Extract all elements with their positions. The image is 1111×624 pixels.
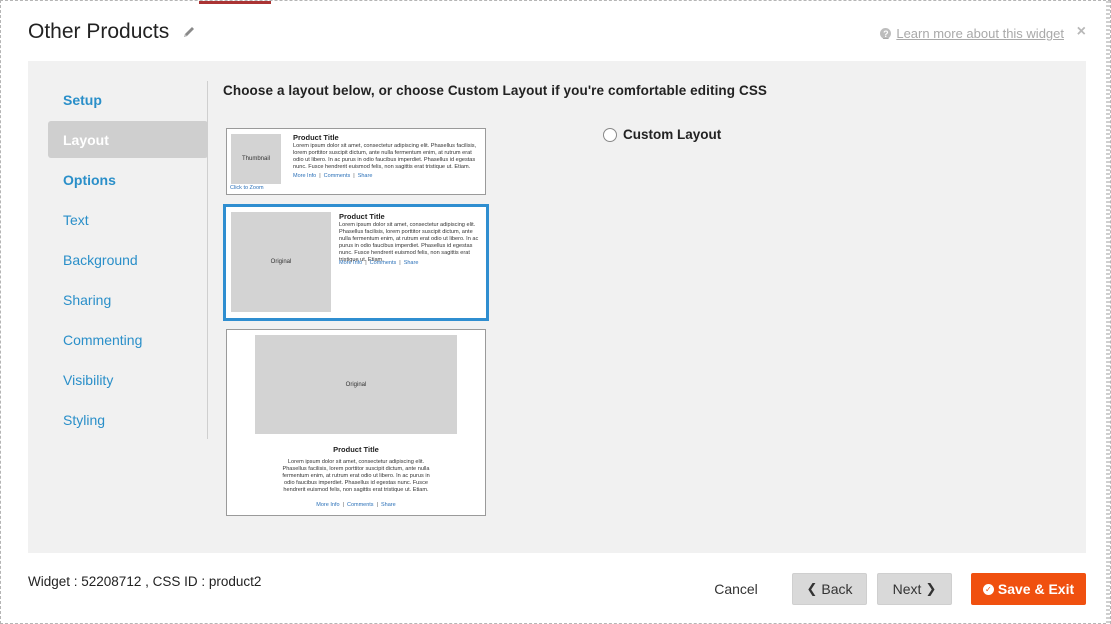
custom-layout-label: Custom Layout xyxy=(623,127,722,142)
radio-icon[interactable] xyxy=(603,127,617,142)
chevron-left-icon: ❮ xyxy=(806,581,818,596)
more-info-link: More Info xyxy=(293,173,317,179)
close-icon[interactable]: × xyxy=(1077,23,1086,41)
click-to-zoom-link: Click to Zoom xyxy=(230,185,264,191)
save-exit-label: Save & Exit xyxy=(997,581,1075,597)
comments-link: Comments xyxy=(346,502,374,508)
page-title: Other Products xyxy=(28,20,170,43)
share-link: Share xyxy=(381,502,396,508)
product-links: More Info | Comments | Share xyxy=(293,173,373,179)
product-links: More Info | Comments | Share xyxy=(316,502,396,508)
custom-layout-option[interactable]: Custom Layout xyxy=(603,127,721,142)
comments-link: Comments xyxy=(323,173,351,179)
back-button[interactable]: ❮ Back xyxy=(792,573,867,605)
sidebar-item-visibility[interactable]: Visibility xyxy=(48,361,208,398)
save-exit-button[interactable]: ✓ Save & Exit xyxy=(971,573,1086,605)
layout-instruction: Choose a layout below, or choose Custom … xyxy=(223,83,768,98)
thumbnail-placeholder: Thumbnail xyxy=(231,134,281,184)
sidebar-item-layout[interactable]: Layout xyxy=(48,121,208,158)
sidebar-item-commenting[interactable]: Commenting xyxy=(48,321,208,358)
product-title: Product Title xyxy=(339,212,385,221)
settings-panel: Setup Layout Options Text Background Sha… xyxy=(28,61,1086,553)
sidebar-nav: Setup Layout Options Text Background Sha… xyxy=(48,81,208,441)
sidebar-divider xyxy=(207,81,208,439)
more-info-link: More Info xyxy=(339,260,363,266)
sidebar-item-setup[interactable]: Setup xyxy=(48,81,208,118)
share-link: Share xyxy=(357,173,373,179)
learn-more-label: Learn more about this widget xyxy=(896,26,1064,41)
comments-link: Comments xyxy=(369,260,397,266)
original-image-placeholder: Original xyxy=(231,212,331,312)
layout-option-original-left[interactable]: Original Product Title Lorem ipsum dolor… xyxy=(223,204,489,321)
product-description: Lorem ipsum dolor sit amet, consectetur … xyxy=(282,459,430,493)
layout-option-original-top[interactable]: Original Product Title Lorem ipsum dolor… xyxy=(226,329,486,516)
product-description: Lorem ipsum dolor sit amet, consectetur … xyxy=(339,222,479,263)
next-label: Next xyxy=(892,581,922,597)
modal-window: Other Products ? Learn more about this w… xyxy=(0,0,1111,624)
learn-more-link[interactable]: ? Learn more about this widget xyxy=(880,26,1064,41)
top-accent-bar xyxy=(199,1,271,4)
original-image-placeholder: Original xyxy=(255,335,457,434)
widget-info: Widget : 52208712 , CSS ID : product2 xyxy=(28,574,262,589)
check-circle-icon: ✓ xyxy=(982,583,994,595)
more-info-link: More Info xyxy=(316,502,340,508)
product-description: Lorem ipsum dolor sit amet, consectetur … xyxy=(293,143,477,170)
product-links: More Info | Comments | Share xyxy=(339,260,419,266)
window-edge xyxy=(1106,1,1110,624)
sidebar-item-options[interactable]: Options xyxy=(48,161,208,198)
share-link: Share xyxy=(403,260,419,266)
sidebar-item-sharing[interactable]: Sharing xyxy=(48,281,208,318)
product-title: Product Title xyxy=(293,133,339,142)
sidebar-item-styling[interactable]: Styling xyxy=(48,401,208,438)
back-label: Back xyxy=(821,581,853,597)
help-icon: ? xyxy=(880,28,892,39)
layout-option-thumbnail[interactable]: Thumbnail Click to Zoom Product Title Lo… xyxy=(226,128,486,195)
next-button[interactable]: Next ❯ xyxy=(877,573,952,605)
product-title: Product Title xyxy=(333,445,379,454)
sidebar-item-text[interactable]: Text xyxy=(48,201,208,238)
cancel-button[interactable]: Cancel xyxy=(701,573,771,605)
chevron-right-icon: ❯ xyxy=(925,581,937,596)
pencil-icon[interactable] xyxy=(182,25,196,39)
sidebar-item-background[interactable]: Background xyxy=(48,241,208,278)
